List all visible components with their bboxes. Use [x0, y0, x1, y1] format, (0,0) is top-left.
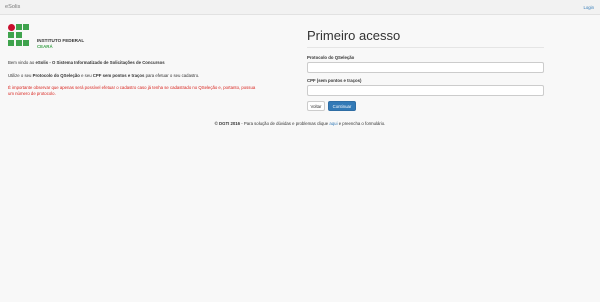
warning-text: É importante observar que apenas será po…: [8, 85, 256, 96]
footer-copyright: © DGTI 2016: [214, 121, 241, 126]
welcome-text: Bem vindo ao eSolis - O Sistema Informat…: [8, 60, 165, 65]
continue-button[interactable]: Continuar: [328, 101, 356, 111]
back-button[interactable]: Voltar: [307, 101, 325, 111]
institute-logo: INSTITUTO FEDERAL CEARÁ: [8, 24, 118, 54]
logo-mark-icon: [8, 24, 30, 48]
cpf-label: CPF (sem pontos e traços): [307, 78, 362, 83]
logo-campus-text: CEARÁ: [37, 44, 53, 49]
form-title: Primeiro acesso: [307, 28, 401, 43]
brand-link[interactable]: eSolis: [5, 4, 20, 10]
protocol-input[interactable]: [307, 62, 544, 73]
logo-institute-text: INSTITUTO FEDERAL: [37, 38, 85, 43]
protocol-label: Protocolo do QSeleção: [307, 55, 355, 60]
usage-text: Utilize o seu Protocolo do QSeleção e se…: [8, 73, 200, 78]
top-navbar: eSolis Login: [0, 0, 600, 15]
login-link[interactable]: Login: [583, 5, 594, 10]
title-divider: [307, 47, 544, 48]
cpf-input[interactable]: [307, 85, 544, 96]
help-link[interactable]: aqui: [329, 121, 337, 126]
footer: © DGTI 2016 - Para solução de dúvidas e …: [214, 121, 386, 126]
